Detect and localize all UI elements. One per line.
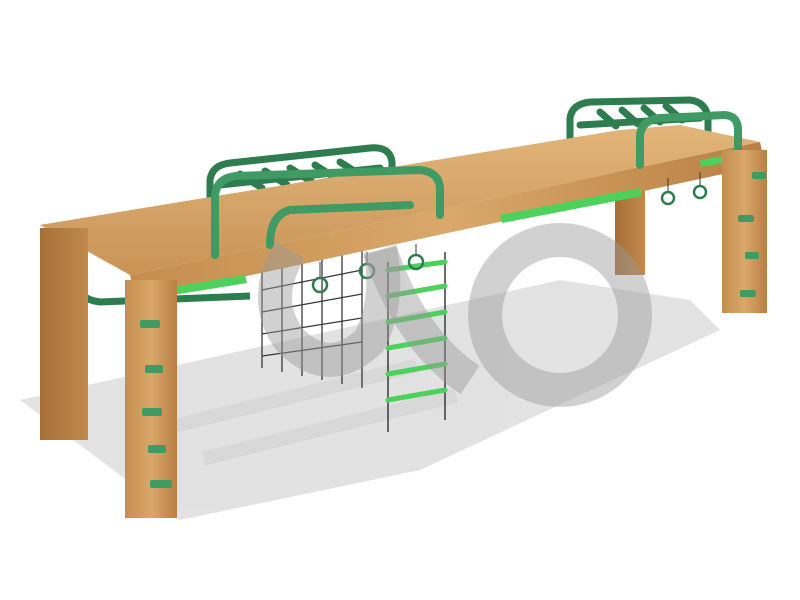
leg-front-left-back [40,228,88,440]
playground-scene [20,96,767,520]
